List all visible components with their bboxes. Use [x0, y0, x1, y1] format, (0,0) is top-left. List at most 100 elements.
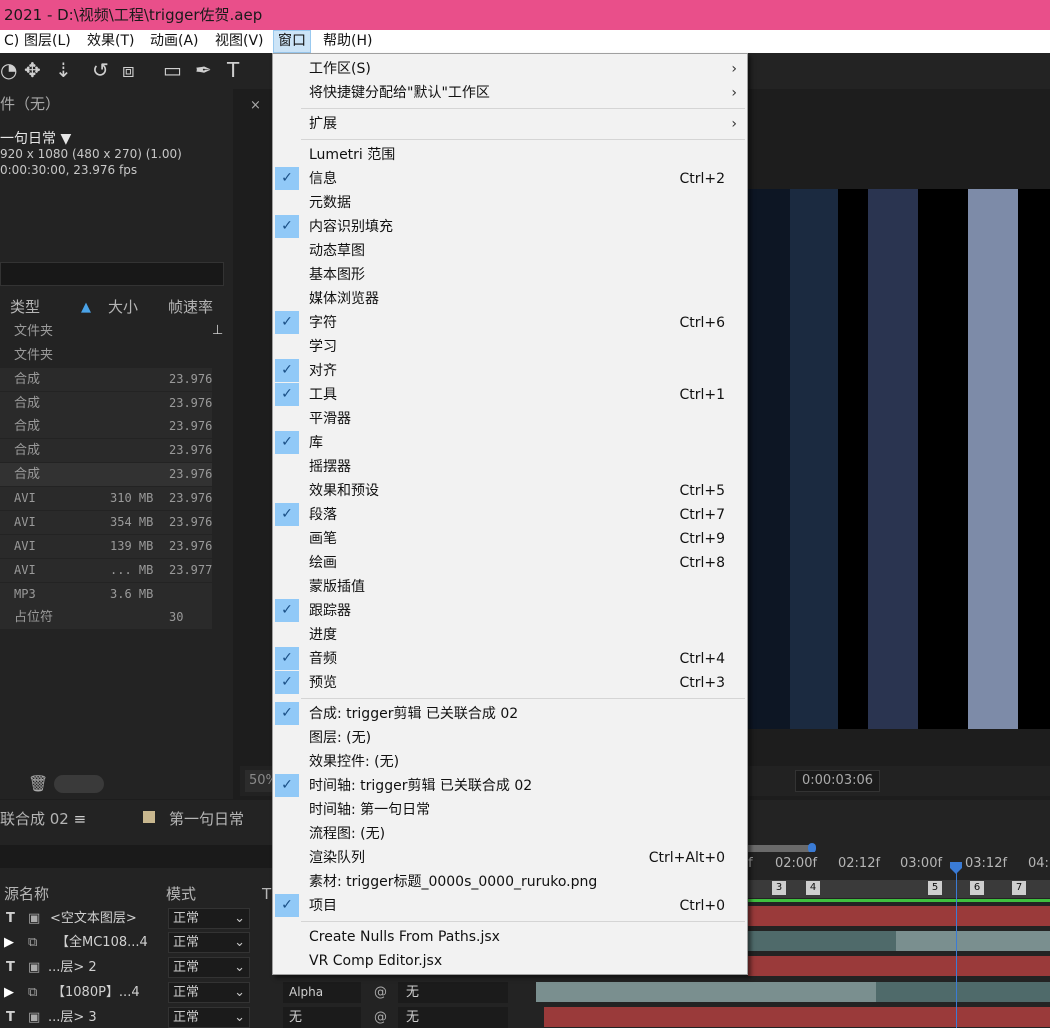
layer-track-bar[interactable]	[536, 982, 876, 1002]
layer-track-bar[interactable]	[876, 982, 1050, 1002]
layer-row[interactable]: T ▣ ...层> 3 正常 ⌄ 无 @ 无	[0, 1005, 536, 1028]
mode-dropdown[interactable]: 正常 ⌄	[168, 1007, 250, 1028]
menu-item-libraries[interactable]: ✓ 库	[273, 431, 747, 455]
project-row[interactable]: AVI ... MB 23.977	[0, 559, 212, 582]
col-fps[interactable]: 帧速率	[168, 296, 213, 318]
project-row[interactable]: 文件夹	[0, 344, 212, 367]
menu-item-create-nulls-script[interactable]: Create Nulls From Paths.jsx	[273, 925, 747, 949]
rotate-tool-icon[interactable]: ↺	[92, 59, 109, 81]
marker[interactable]: 3	[772, 881, 786, 895]
project-row[interactable]: 合成 23.976	[0, 439, 212, 462]
parent-dropdown[interactable]: 无	[398, 1007, 508, 1028]
menu-item-tools[interactable]: ✓ 工具 Ctrl+1	[273, 383, 747, 407]
col-size[interactable]: 大小	[108, 296, 138, 318]
menu-item-info[interactable]: ✓ 信息 Ctrl+2	[273, 167, 747, 191]
marker[interactable]: 6	[970, 881, 984, 895]
menu-item-essential-graphics[interactable]: 基本图形	[273, 263, 747, 287]
timeline-search-input[interactable]	[0, 845, 272, 868]
project-row[interactable]: AVI 139 MB 23.976	[0, 535, 212, 558]
project-search-input[interactable]	[0, 262, 224, 286]
menu-view[interactable]: 视图(V)	[211, 30, 268, 53]
type-tool-icon[interactable]: T	[227, 59, 239, 81]
mode-dropdown[interactable]: 正常 ⌄	[168, 957, 250, 978]
menu-item-metadata[interactable]: 元数据	[273, 191, 747, 215]
project-row[interactable]: 合成 23.976	[0, 415, 212, 438]
flowchart-icon[interactable]: ⊥	[212, 323, 223, 338]
parent-pickwhip-icon[interactable]: @	[374, 1005, 387, 1028]
layer-track-bar[interactable]	[544, 1007, 1050, 1027]
layer-row[interactable]: ▶ ⧉ 【1080P】...4 正常 ⌄ Alpha @ 无	[0, 980, 536, 1005]
layer-track-bar[interactable]	[896, 931, 1050, 951]
mode-dropdown[interactable]: 正常 ⌄	[168, 908, 250, 929]
zoom-dropdown[interactable]: 50%	[245, 770, 278, 792]
menu-layer[interactable]: 图层(L)	[20, 30, 75, 53]
mode-dropdown[interactable]: 正常 ⌄	[168, 982, 250, 1003]
mode-dropdown[interactable]: 正常 ⌄	[168, 932, 250, 953]
trkmat-dropdown[interactable]: Alpha	[283, 982, 361, 1003]
menu-item-timeline-other[interactable]: 时间轴: 第一句日常	[273, 798, 747, 822]
menu-item-footage[interactable]: 素材: trigger标题_0000s_0000_ruruko.png	[273, 870, 747, 894]
project-row[interactable]: AVI 354 MB 23.976	[0, 511, 212, 534]
menu-item-workspace[interactable]: 工作区(S) ›	[273, 57, 747, 81]
project-row[interactable]: AVI 310 MB 23.976	[0, 487, 212, 510]
menu-item-render-queue[interactable]: 渲染队列 Ctrl+Alt+0	[273, 846, 747, 870]
menu-help[interactable]: 帮助(H)	[319, 30, 376, 53]
menu-window[interactable]: 窗口	[273, 30, 311, 53]
col-type[interactable]: 类型	[10, 296, 40, 318]
anchor-tool-icon[interactable]: ⧈	[122, 59, 135, 81]
tab-menu-icon[interactable]: ≡	[74, 810, 87, 828]
menu-item-extensions[interactable]: 扩展 ›	[273, 112, 747, 136]
marker[interactable]: 4	[806, 881, 820, 895]
bpc-toggle[interactable]	[54, 775, 104, 793]
menu-item-learn[interactable]: 学习	[273, 335, 747, 359]
menu-item-motion-sketch[interactable]: 动态草图	[273, 239, 747, 263]
project-row[interactable]: MP3 3.6 MB	[0, 583, 212, 606]
menu-item-effect-controls[interactable]: 效果控件: (无)	[273, 750, 747, 774]
project-row[interactable]: 合成 23.976	[0, 463, 212, 486]
menu-item-progress[interactable]: 进度	[273, 623, 747, 647]
project-comp-name[interactable]: 一句日常 ▼	[0, 128, 71, 148]
sort-ascending-icon[interactable]: ▲	[81, 300, 91, 315]
orbit-tool-icon[interactable]: ◔	[0, 59, 17, 81]
track-z-tool-icon[interactable]: ⇣	[55, 59, 72, 81]
menu-item-vr-comp-editor-script[interactable]: VR Comp Editor.jsx	[273, 949, 747, 973]
trkmat-dropdown[interactable]: 无	[283, 1007, 361, 1028]
menu-item-flowchart[interactable]: 流程图: (无)	[273, 822, 747, 846]
layer-track-bar[interactable]	[748, 906, 1050, 926]
trash-icon[interactable]: 🗑	[28, 774, 48, 793]
menu-effect[interactable]: 效果(T)	[83, 30, 138, 53]
tab-timeline-other[interactable]: 第一句日常	[169, 808, 244, 829]
project-row[interactable]: 合成 23.976	[0, 392, 212, 415]
col-source-name[interactable]: 源名称	[4, 884, 49, 904]
menu-item-timeline-active[interactable]: ✓ 时间轴: trigger剪辑 已关联合成 02	[273, 774, 747, 798]
menu-animation[interactable]: 动画(A)	[146, 30, 203, 53]
menu-item-paragraph[interactable]: ✓ 段落 Ctrl+7	[273, 503, 747, 527]
close-tab-icon[interactable]: ×	[250, 98, 261, 113]
project-row[interactable]: 合成 23.976	[0, 368, 212, 391]
menu-item-preview[interactable]: ✓ 预览 Ctrl+3	[273, 671, 747, 695]
parent-dropdown[interactable]: 无	[398, 982, 508, 1003]
project-row[interactable]: 占位符 30	[0, 606, 212, 629]
menu-item-character[interactable]: ✓ 字符 Ctrl+6	[273, 311, 747, 335]
layer-track-bar[interactable]	[748, 956, 1050, 976]
menu-item-audio[interactable]: ✓ 音频 Ctrl+4	[273, 647, 747, 671]
composition-viewer[interactable]	[748, 189, 1050, 729]
menu-item-mask-interpolation[interactable]: 蒙版插值	[273, 575, 747, 599]
col-t[interactable]: T	[262, 884, 271, 904]
pan-behind-tool-icon[interactable]: ✥	[24, 59, 41, 81]
pen-tool-icon[interactable]: ✒	[195, 59, 212, 81]
project-row[interactable]: 文件夹	[0, 320, 212, 343]
menu-item-lumetri-scopes[interactable]: Lumetri 范围	[273, 143, 747, 167]
tab-timeline-active[interactable]: 联合成 02 ≡	[0, 808, 86, 829]
menu-item-brushes[interactable]: 画笔 Ctrl+9	[273, 527, 747, 551]
playhead[interactable]	[956, 862, 957, 1028]
parent-pickwhip-icon[interactable]: @	[374, 980, 387, 1005]
marker[interactable]: 7	[1012, 881, 1026, 895]
rectangle-tool-icon[interactable]: ▭	[163, 59, 182, 81]
menu-item-assign-shortcut[interactable]: 将快捷键分配给"默认"工作区 ›	[273, 81, 747, 105]
video-icon[interactable]: ▶	[4, 930, 14, 955]
menu-item-media-browser[interactable]: 媒体浏览器	[273, 287, 747, 311]
col-mode[interactable]: 模式	[166, 884, 196, 904]
menu-item-align[interactable]: ✓ 对齐	[273, 359, 747, 383]
marker[interactable]: 5	[928, 881, 942, 895]
